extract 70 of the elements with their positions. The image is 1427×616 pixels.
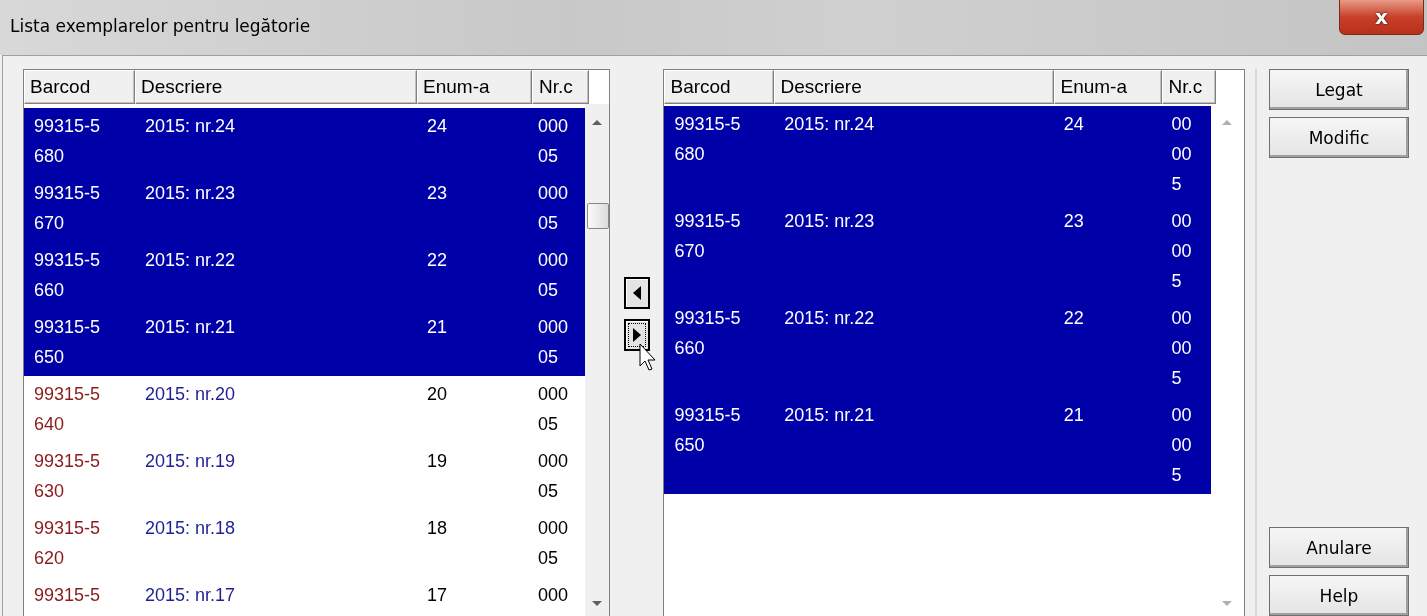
description-cell-text: 2015: nr.21 — [144, 316, 237, 339]
scrollbar[interactable] — [585, 104, 610, 616]
enum-cell-text: 23 — [426, 182, 449, 205]
column-header[interactable]: Nr.c — [532, 70, 589, 104]
barcode-cell-text: 99315-5660 — [33, 249, 102, 302]
enum-cell-text: 23 — [1062, 210, 1085, 233]
enum-cell-text: 24 — [426, 115, 449, 138]
number-cell-text: 00005 — [537, 450, 570, 503]
description-cell-text: 2015: nr.24 — [783, 113, 876, 136]
enum-cell-text: 19 — [426, 450, 449, 473]
column-header[interactable]: Enum-a — [1054, 70, 1163, 104]
enum-cell-text: 17 — [426, 584, 449, 607]
barcode-cell-text: 99315-5 — [33, 584, 102, 607]
window-title: Lista exemplarelor pentru legătorie — [10, 16, 311, 36]
scroll-up-icon[interactable] — [591, 118, 604, 126]
close-button[interactable]: x — [1339, 0, 1424, 35]
barcode-cell-text: 99315-5670 — [673, 210, 742, 263]
scroll-down-icon[interactable] — [591, 600, 604, 608]
description-cell-text: 2015: nr.20 — [144, 383, 237, 406]
number-cell-text: 00005 — [537, 517, 570, 570]
description-cell-text: 2015: nr.18 — [144, 517, 237, 540]
enum-cell-text: 24 — [1062, 113, 1085, 136]
number-cell-text: 00005 — [537, 249, 570, 302]
column-header[interactable]: Nr.c — [1162, 70, 1217, 104]
barcode-cell-text: 99315-5630 — [33, 450, 102, 503]
column-header[interactable]: Enum-a — [417, 70, 532, 104]
column-header[interactable]: Barcod — [664, 70, 775, 104]
description-cell-text: 2015: nr.19 — [144, 450, 237, 473]
description-cell-text: 2015: nr.24 — [144, 115, 237, 138]
number-cell-text: 00005 — [537, 115, 570, 168]
barcode-cell-text: 99315-5650 — [33, 316, 102, 369]
description-cell-text: 2015: nr.23 — [783, 210, 876, 233]
action-button[interactable]: Anulare — [1269, 527, 1409, 568]
number-cell-text: 00005 — [1170, 307, 1193, 390]
description-cell-text: 2015: nr.22 — [144, 249, 237, 272]
number-cell-text: 00005 — [1170, 210, 1193, 293]
enum-cell-text: 22 — [426, 249, 449, 272]
scroll-thumb[interactable] — [587, 203, 610, 229]
description-cell-text: 2015: nr.21 — [783, 404, 876, 427]
barcode-cell-text: 99315-5620 — [33, 517, 102, 570]
description-cell-text: 2015: nr.17 — [144, 584, 237, 607]
move-right-button[interactable] — [623, 319, 650, 351]
action-button[interactable]: Legat — [1269, 69, 1409, 110]
number-cell-text: 000 — [537, 584, 570, 607]
column-header[interactable]: Descriere — [135, 70, 417, 104]
action-button[interactable]: Modific — [1269, 117, 1409, 158]
column-header[interactable]: Descriere — [774, 70, 1055, 104]
description-cell-text: 2015: nr.23 — [144, 182, 237, 205]
enum-cell-text: 21 — [1062, 404, 1085, 427]
description-cell-text: 2015: nr.22 — [783, 307, 876, 330]
barcode-cell-text: 99315-5650 — [673, 404, 742, 457]
number-cell-text: 00005 — [537, 316, 570, 369]
column-header[interactable]: Barcod — [24, 70, 135, 104]
barcode-cell-text: 99315-5680 — [673, 113, 742, 166]
number-cell-text: 00005 — [1170, 113, 1193, 196]
enum-cell-text: 18 — [426, 517, 449, 540]
barcode-cell-text: 99315-5640 — [33, 383, 102, 436]
enum-cell-text: 22 — [1062, 307, 1085, 330]
enum-cell-text: 21 — [426, 316, 449, 339]
number-cell-text: 00005 — [537, 383, 570, 436]
right-triangle-icon — [631, 327, 642, 343]
barcode-cell-text: 99315-5680 — [33, 115, 102, 168]
number-cell-text: 00005 — [1170, 404, 1193, 487]
move-left-button[interactable] — [623, 277, 650, 309]
enum-cell-text: 20 — [426, 383, 449, 406]
number-cell-text: 00005 — [537, 182, 570, 235]
barcode-cell-text: 99315-5670 — [33, 182, 102, 235]
action-button[interactable]: Help — [1269, 575, 1409, 616]
left-triangle-icon — [631, 285, 642, 301]
barcode-cell-text: 99315-5660 — [673, 307, 742, 360]
